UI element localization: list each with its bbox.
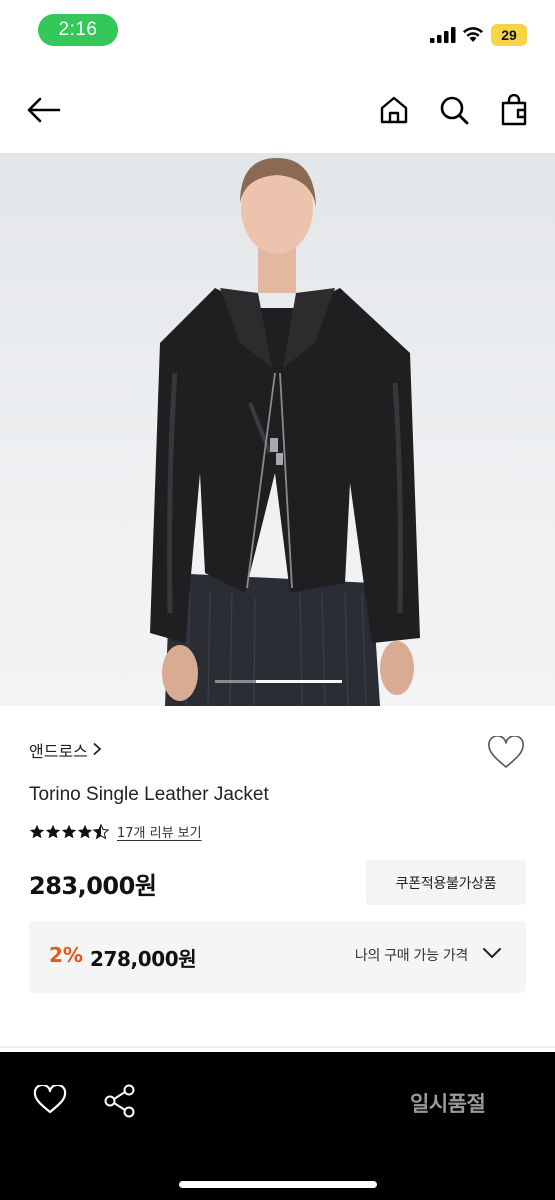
chevron-right-icon [92,741,102,760]
top-nav [0,80,555,140]
heart-icon[interactable] [33,1085,67,1115]
arrow-left-icon[interactable] [26,92,62,128]
sold-out-status: 일시품절 [410,1092,486,1116]
brand-link[interactable]: 앤드로스 [29,738,102,762]
half-star-icon [93,823,109,839]
status-bar: 2:16 29 [0,0,555,62]
image-carousel-indicator [256,680,342,683]
review-link[interactable]: 17개 리뷰 보기 [117,822,202,841]
shopping-bag-icon[interactable] [496,92,532,128]
my-price-toggle[interactable]: 나의 구매 가능 가격 [355,945,502,965]
star-icon [77,824,93,838]
star-icon [29,824,45,838]
star-rating [29,823,109,840]
search-icon[interactable] [436,92,472,128]
product-image[interactable] [0,153,555,706]
discount-price: 278,000원 [90,947,197,971]
discount-percent: 2% [49,943,83,967]
my-price-label: 나의 구매 가능 가격 [354,948,468,964]
share-icon[interactable] [103,1084,137,1118]
rating-row: 17개 리뷰 보기 [29,822,202,841]
status-time: 2:16 [38,14,118,46]
wishlist-heart-icon[interactable] [487,735,525,774]
chevron-down-icon [482,947,502,963]
battery-indicator: 29 [491,24,527,46]
my-price-panel[interactable]: 2% 278,000원 나의 구매 가능 가격 [29,921,526,993]
brand-name: 앤드로스 [29,742,88,761]
cellular-signal-icon [430,27,456,43]
home-indicator[interactable] [179,1181,377,1188]
bottom-action-bar: 일시품절 [0,1052,555,1200]
star-icon [45,824,61,838]
product-price: 283,000원 [29,872,157,900]
star-icon [61,824,77,838]
product-title: Torino Single Leather Jacket [29,784,269,805]
section-divider [0,1046,555,1048]
product-photo [150,158,420,706]
coupon-status-button[interactable]: 쿠폰적용불가상품 [366,860,526,905]
home-icon[interactable] [376,92,412,128]
wifi-icon [463,27,483,42]
